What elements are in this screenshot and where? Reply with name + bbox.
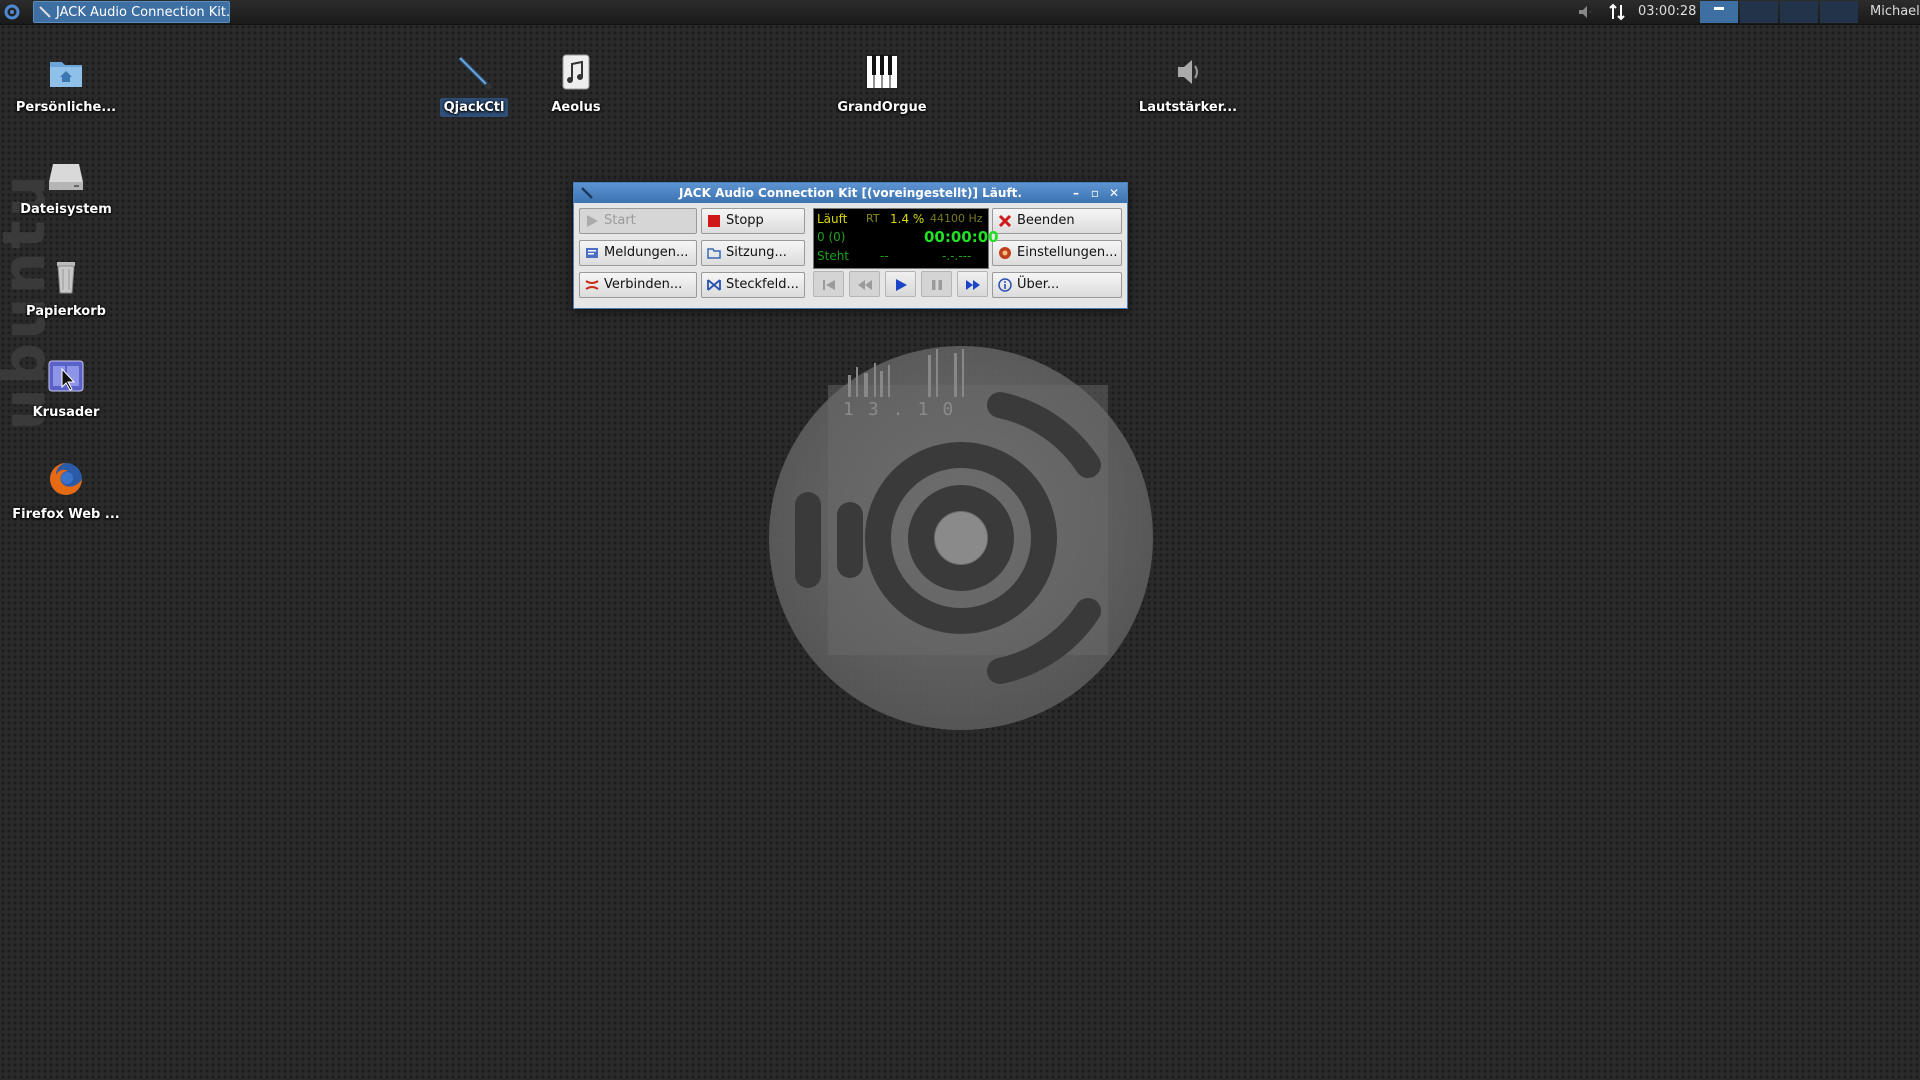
window-titlebar[interactable]: JACK Audio Connection Kit [(voreingestel… xyxy=(574,183,1127,203)
desktop-icon-label: Aeolus xyxy=(551,100,601,115)
desktop-icon-firefox[interactable]: Firefox Web ... xyxy=(6,459,126,524)
settings-button-label: Einstellungen... xyxy=(1017,245,1118,260)
wallpaper-version-text: 13.10 xyxy=(843,399,967,420)
organ-keys-icon xyxy=(862,52,902,92)
backward-button[interactable] xyxy=(849,271,880,297)
desktop-icon-label: Lautstärker... xyxy=(1138,100,1238,115)
xrun-count: 0 (0) xyxy=(817,230,846,244)
messages-button[interactable]: Meldungen... xyxy=(579,240,697,266)
status-display[interactable]: Läuft RT 1.4 % 44100 Hz 0 (0) 00:00:00 S… xyxy=(813,208,999,269)
stop-button[interactable]: Stopp xyxy=(701,208,805,234)
start-button[interactable]: Start xyxy=(579,208,697,234)
close-icon[interactable]: ✕ xyxy=(1105,183,1123,203)
fast-forward-icon xyxy=(966,280,980,290)
transport-bbt: -.-.--- xyxy=(942,249,972,263)
settings-icon xyxy=(998,246,1012,260)
patchbay-button-label: Steckfeld... xyxy=(726,277,799,292)
workspace-1-button[interactable] xyxy=(1700,1,1738,23)
desktop-icon-grandorgue[interactable]: GrandOrgue xyxy=(822,52,942,117)
desktop-icon-label: QjackCtl xyxy=(439,98,509,117)
dsp-load: 1.4 % xyxy=(890,212,925,226)
forward-button[interactable] xyxy=(957,271,988,297)
session-button[interactable]: Sitzung... xyxy=(701,240,805,266)
start-button-label: Start xyxy=(604,213,636,228)
connect-icon xyxy=(585,278,599,292)
desktop-icon-label: Papierkorb xyxy=(26,304,106,319)
desktop-icon-trash[interactable]: Papierkorb xyxy=(6,256,126,321)
rewind-to-start-button[interactable] xyxy=(813,271,844,297)
desktop-icon-label: Krusader xyxy=(32,405,100,420)
settings-button[interactable]: Einstellungen... xyxy=(992,240,1122,266)
taskbar-item-label: JACK Audio Connection Kit... xyxy=(56,5,230,20)
rewind-icon xyxy=(858,280,872,290)
qjackctl-icon xyxy=(39,6,51,18)
drive-icon xyxy=(46,154,86,194)
qjackctl-icon xyxy=(581,187,593,199)
svg-text:·: · xyxy=(1589,8,1592,17)
folder-icon xyxy=(707,246,721,260)
desktop-icon-label: Persönliche... xyxy=(15,100,117,115)
workspace-2-button[interactable] xyxy=(1740,1,1778,23)
home-folder-icon xyxy=(46,52,86,92)
minimize-icon[interactable]: – xyxy=(1067,183,1085,203)
window-title: JACK Audio Connection Kit [(voreingestel… xyxy=(679,186,1022,200)
sample-rate: 44100 Hz xyxy=(930,212,983,225)
transport-state: Steht xyxy=(817,249,850,263)
quit-button-label: Beenden xyxy=(1017,213,1075,228)
desktop-icon-volume-control[interactable]: Lautstärker... xyxy=(1128,52,1248,117)
connect-button[interactable]: Verbinden... xyxy=(579,272,697,298)
quit-icon xyxy=(998,214,1012,228)
patchbay-button[interactable]: Steckfeld... xyxy=(701,272,805,298)
transport-time: 00:00:00 xyxy=(924,228,999,246)
wallpaper-ubuntu-studio-logo: 13.10 xyxy=(769,346,1153,730)
desktop-icon-home[interactable]: Persönliche... xyxy=(6,52,126,117)
firefox-icon xyxy=(46,459,86,499)
info-icon xyxy=(998,278,1012,292)
network-icon[interactable] xyxy=(1608,0,1628,24)
realtime-indicator: RT xyxy=(866,212,880,225)
desktop-icon-label: Firefox Web ... xyxy=(12,507,120,522)
user-name[interactable]: Michael xyxy=(1870,0,1920,24)
krusader-icon xyxy=(46,357,86,397)
desktop-icon-label: Dateisystem xyxy=(20,202,112,217)
session-button-label: Sitzung... xyxy=(726,245,787,260)
quit-button[interactable]: Beenden xyxy=(992,208,1122,234)
stop-icon xyxy=(707,214,721,228)
skip-back-icon xyxy=(823,280,835,290)
about-button[interactable]: Über... xyxy=(992,272,1122,298)
play-icon xyxy=(896,279,907,291)
trash-icon xyxy=(46,256,86,296)
desktop-icon-label: GrandOrgue xyxy=(837,100,927,115)
top-panel: JACK Audio Connection Kit... · 03:00:28 … xyxy=(0,0,1920,25)
transport-bpm: -- xyxy=(880,249,889,263)
pause-button[interactable] xyxy=(921,271,952,297)
clock[interactable]: 03:00:28 xyxy=(1638,0,1696,24)
application-menu-icon[interactable] xyxy=(2,2,22,22)
desktop-icon-krusader[interactable]: Krusader xyxy=(6,357,126,422)
desktop-icon-filesystem[interactable]: Dateisystem xyxy=(6,154,126,219)
messages-icon xyxy=(585,246,599,260)
about-button-label: Über... xyxy=(1017,277,1060,292)
music-note-icon xyxy=(556,52,596,92)
patchbay-icon xyxy=(707,278,721,292)
maximize-icon[interactable]: ▫ xyxy=(1086,183,1104,203)
speaker-icon xyxy=(1168,52,1208,92)
workspace-4-button[interactable] xyxy=(1820,1,1858,23)
play-icon xyxy=(585,214,599,228)
pause-icon xyxy=(932,280,942,290)
play-button[interactable] xyxy=(885,271,916,297)
stop-button-label: Stopp xyxy=(726,213,764,228)
connect-button-label: Verbinden... xyxy=(604,277,683,292)
taskbar-item-jack[interactable]: JACK Audio Connection Kit... xyxy=(33,1,230,23)
jack-window: JACK Audio Connection Kit [(voreingestel… xyxy=(573,182,1128,309)
desktop-icon-aeolus[interactable]: Aeolus xyxy=(516,52,636,117)
qjackctl-icon xyxy=(454,52,494,92)
volume-icon[interactable]: · xyxy=(1576,0,1598,24)
workspace-3-button[interactable] xyxy=(1780,1,1818,23)
messages-button-label: Meldungen... xyxy=(604,245,689,260)
server-state: Läuft xyxy=(817,212,848,226)
